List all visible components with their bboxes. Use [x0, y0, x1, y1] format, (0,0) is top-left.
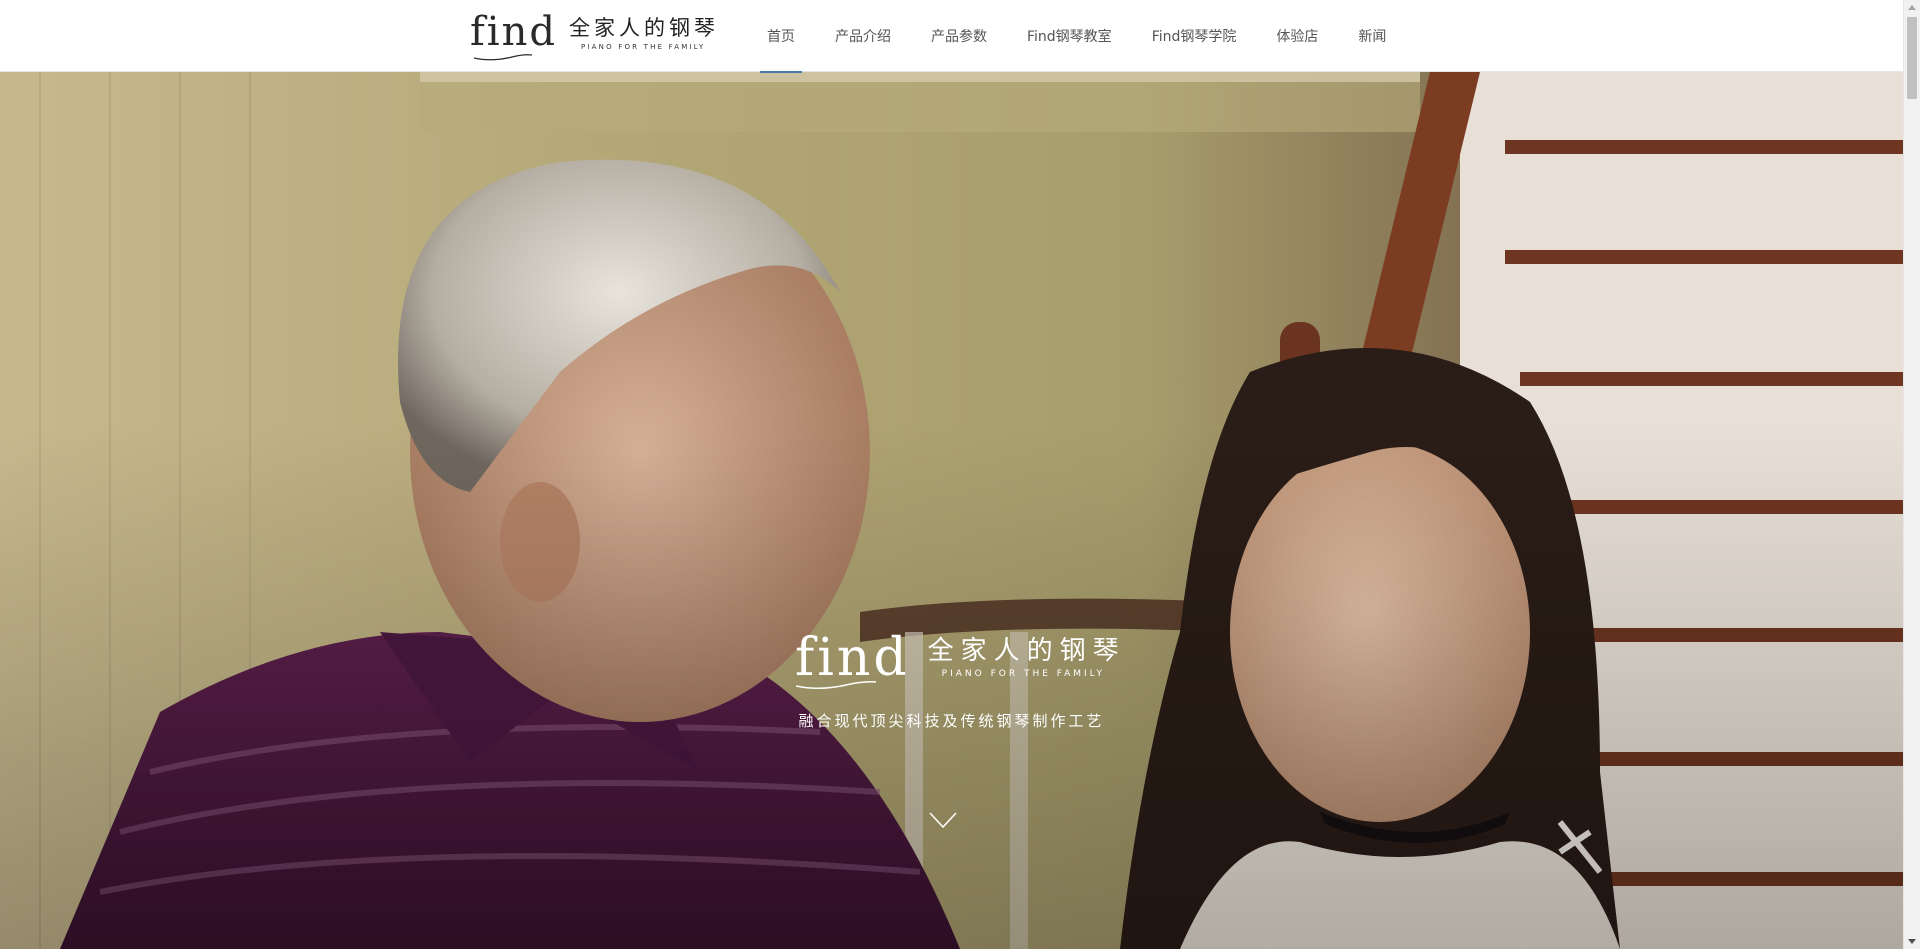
main-nav: 首页 产品介绍 产品参数 Find钢琴教室 Find钢琴学院 体验店 新闻 [760, 0, 1419, 73]
hero-logo-chinese: 全家人的钢琴 [927, 635, 1126, 666]
hero-logo-text-group: 全家人的钢琴 PIANO FOR THE FAMILY [928, 637, 1126, 680]
scroll-up-icon[interactable] [1908, 5, 1916, 10]
scrollbar-thumb[interactable] [1907, 17, 1917, 99]
nav-item-classroom[interactable]: Find钢琴教室 [1020, 0, 1119, 72]
site-header: find 全家人的钢琴 PIANO FOR THE FAMILY 首页 产品介绍… [0, 0, 1903, 73]
chevron-down-icon[interactable] [928, 810, 958, 830]
site-logo[interactable]: find 全家人的钢琴 PIANO FOR THE FAMILY [470, 9, 719, 61]
nav-item-stores[interactable]: 体验店 [1269, 0, 1325, 72]
logo-english: PIANO FOR THE FAMILY [580, 43, 706, 52]
hero-logo: find 全家人的钢琴 PIANO FOR THE FAMILY [795, 632, 1126, 684]
hero-tagline: 融合现代顶尖科技及传统钢琴制作工艺 [798, 712, 1105, 730]
nav-item-news[interactable]: 新闻 [1351, 0, 1393, 72]
logo-chinese: 全家人的钢琴 [568, 15, 719, 40]
scroll-down-icon[interactable] [1908, 939, 1916, 944]
hero-logo-english: PIANO FOR THE FAMILY [941, 669, 1106, 680]
nav-item-products[interactable]: 产品介绍 [828, 0, 898, 72]
hero-content: find 全家人的钢琴 PIANO FOR THE FAMILY 融合现代顶尖科… [0, 72, 1903, 949]
logo-wordmark: find [470, 9, 557, 55]
nav-item-academy[interactable]: Find钢琴学院 [1145, 0, 1244, 72]
hero-banner: find 全家人的钢琴 PIANO FOR THE FAMILY 融合现代顶尖科… [0, 72, 1903, 949]
hero-logo-wordmark: find [795, 628, 910, 688]
logo-text-group: 全家人的钢琴 PIANO FOR THE FAMILY [568, 15, 719, 52]
page-scrollbar[interactable] [1903, 0, 1920, 949]
nav-item-home[interactable]: 首页 [760, 0, 802, 73]
logo-swoosh-icon [473, 54, 533, 61]
hero-logo-swoosh-icon [795, 681, 877, 689]
nav-item-specs[interactable]: 产品参数 [924, 0, 994, 72]
